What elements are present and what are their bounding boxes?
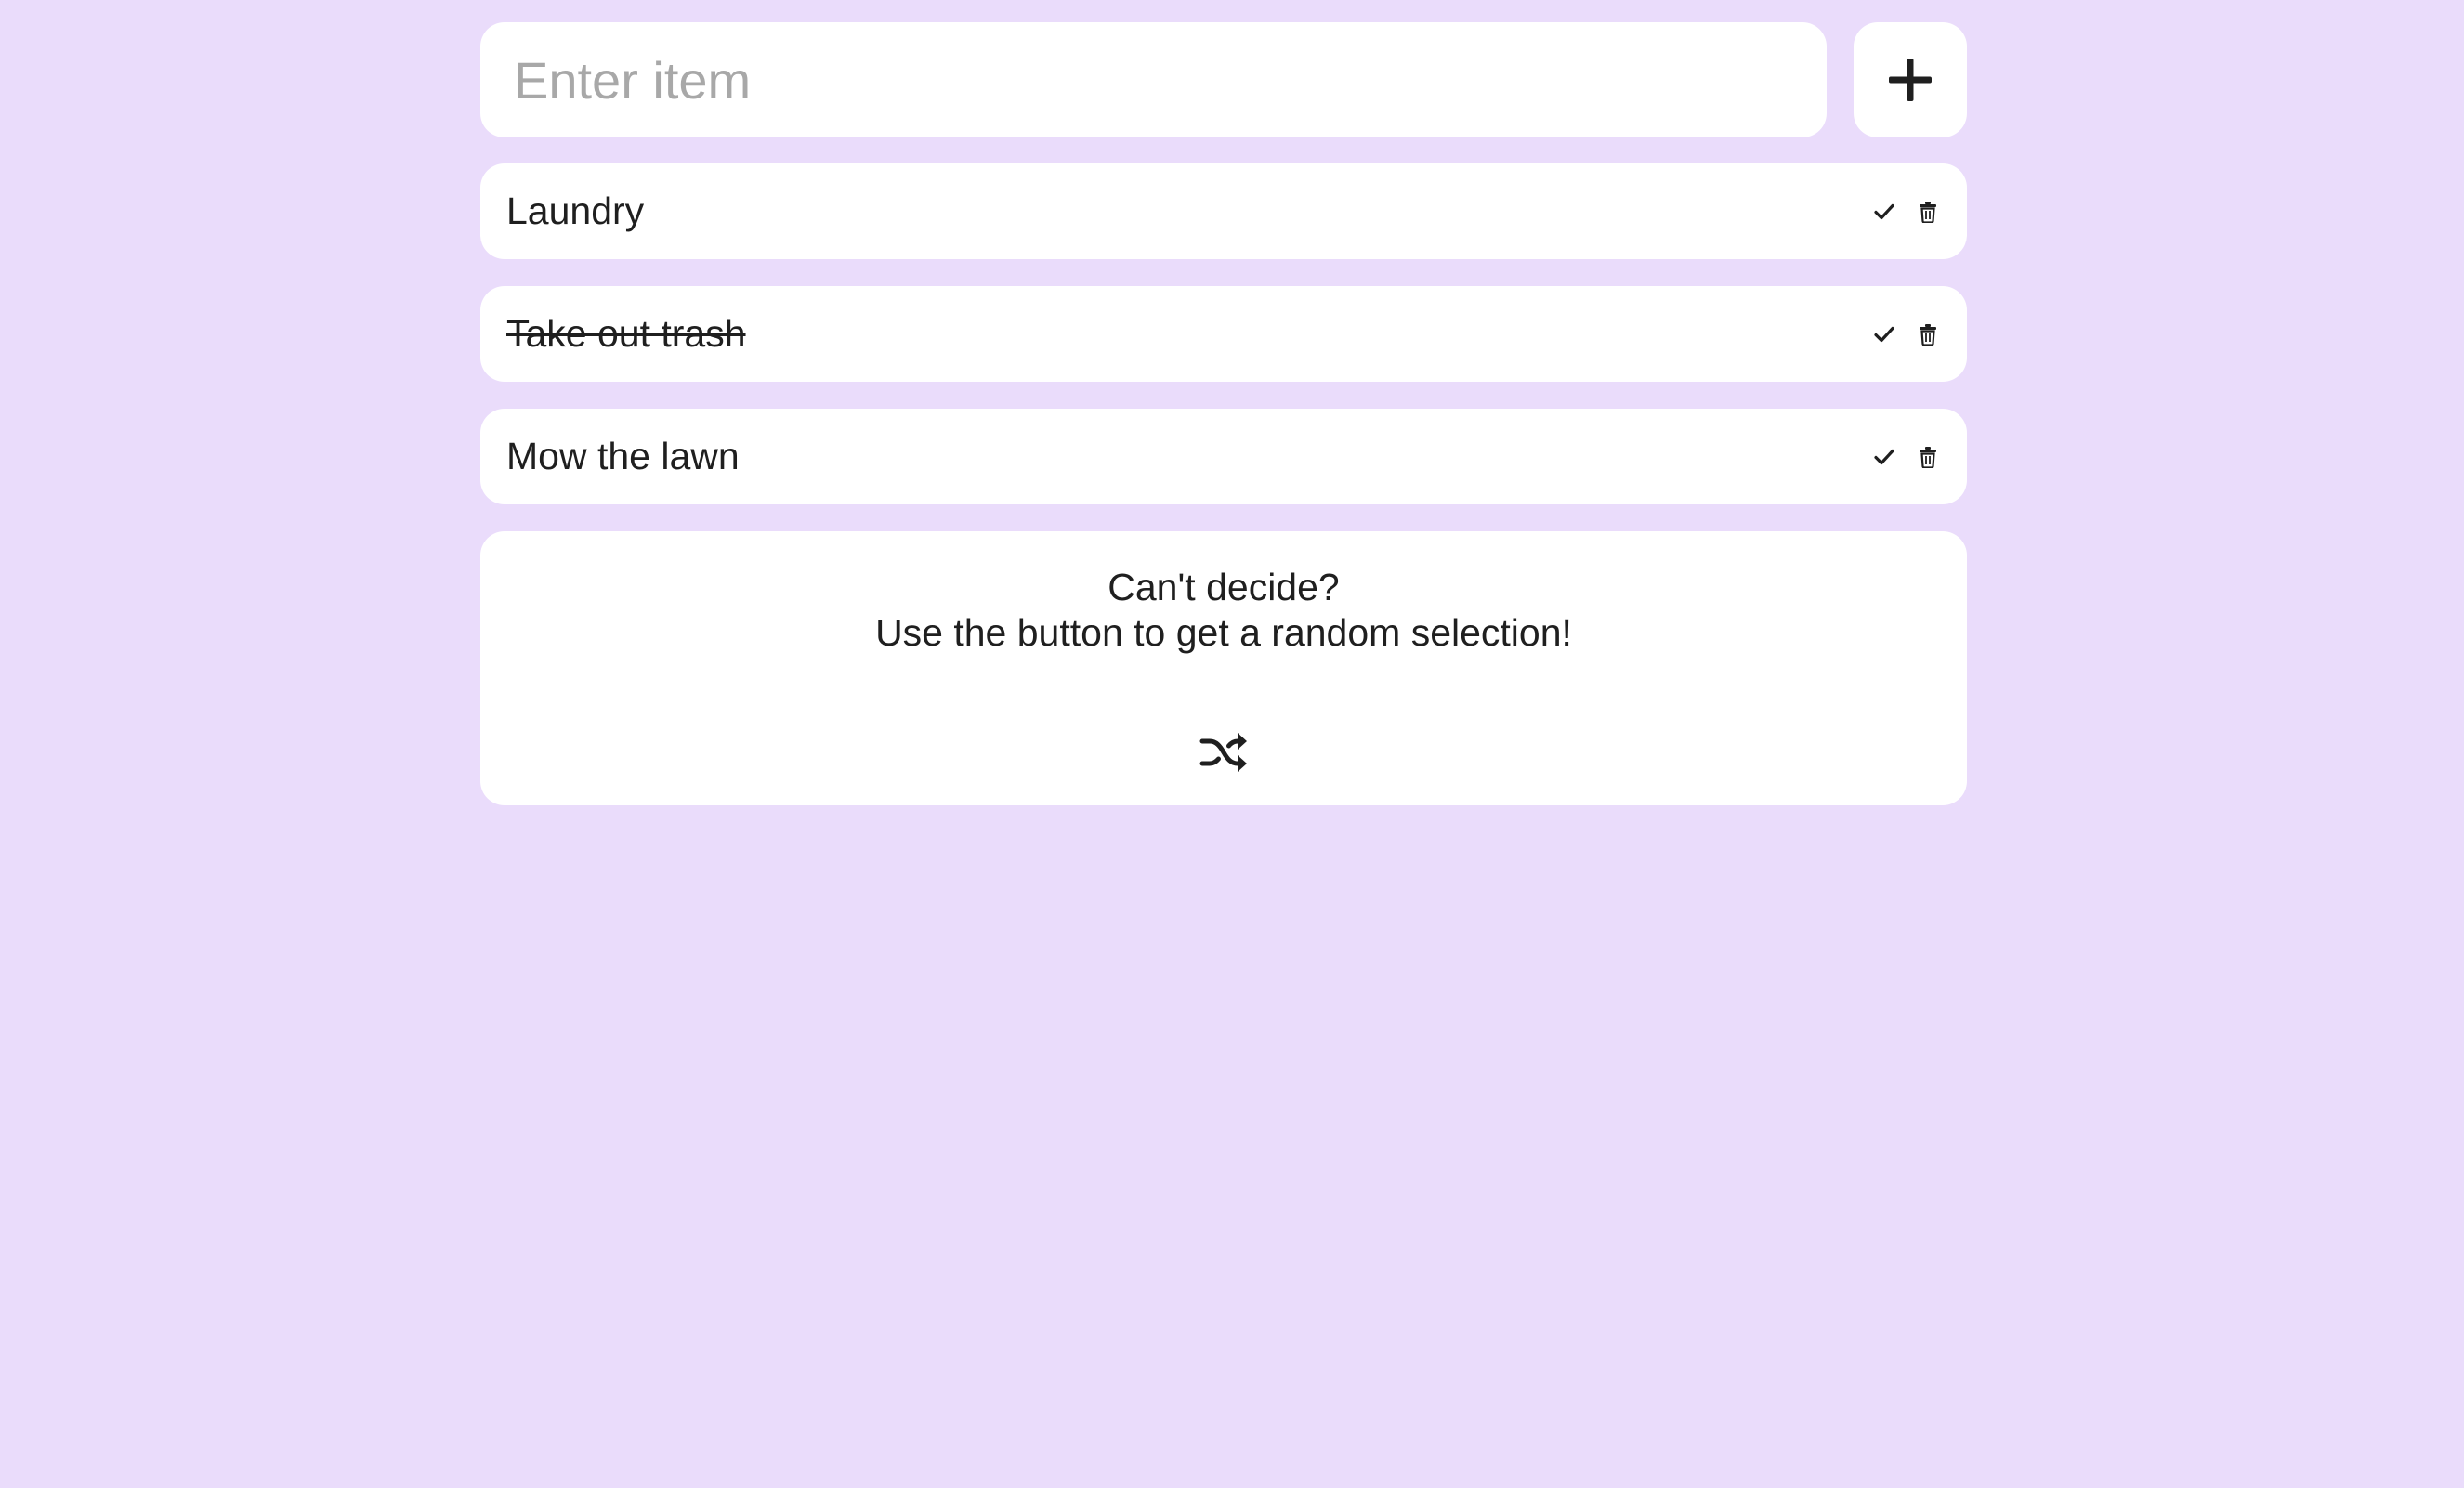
list-item: Mow the lawn: [480, 409, 1967, 504]
todo-text: Mow the lawn: [506, 435, 740, 477]
plus-icon: [1889, 59, 1932, 101]
complete-button[interactable]: [1868, 440, 1901, 474]
item-input[interactable]: [480, 22, 1827, 137]
todo-text: Laundry: [506, 189, 645, 232]
todo-text: Take out trash: [506, 312, 746, 355]
list-item: Laundry: [480, 163, 1967, 259]
check-icon: [1874, 449, 1894, 464]
list-item: Take out trash: [480, 286, 1967, 382]
random-prompt-subtitle: Use the button to get a random selection…: [875, 611, 1572, 654]
random-prompt-title: Can't decide?: [1107, 566, 1340, 608]
random-button[interactable]: [1186, 715, 1261, 790]
todo-app: Laundry Take out trash: [480, 22, 1967, 805]
add-button[interactable]: [1854, 22, 1967, 137]
random-selection-card: Can't decide? Use the button to get a ra…: [480, 531, 1967, 805]
trash-icon: [1920, 201, 1936, 223]
shuffle-icon: [1199, 733, 1247, 772]
delete-button[interactable]: [1911, 195, 1945, 228]
trash-icon: [1920, 446, 1936, 468]
complete-button[interactable]: [1868, 195, 1901, 228]
delete-button[interactable]: [1911, 318, 1945, 351]
complete-button[interactable]: [1868, 318, 1901, 351]
add-item-row: [480, 22, 1967, 137]
todo-list: Laundry Take out trash Mow the lawn: [480, 163, 1967, 504]
check-icon: [1874, 203, 1894, 219]
delete-button[interactable]: [1911, 440, 1945, 474]
trash-icon: [1920, 323, 1936, 346]
random-prompt: Can't decide? Use the button to get a ra…: [875, 565, 1572, 656]
check-icon: [1874, 326, 1894, 342]
